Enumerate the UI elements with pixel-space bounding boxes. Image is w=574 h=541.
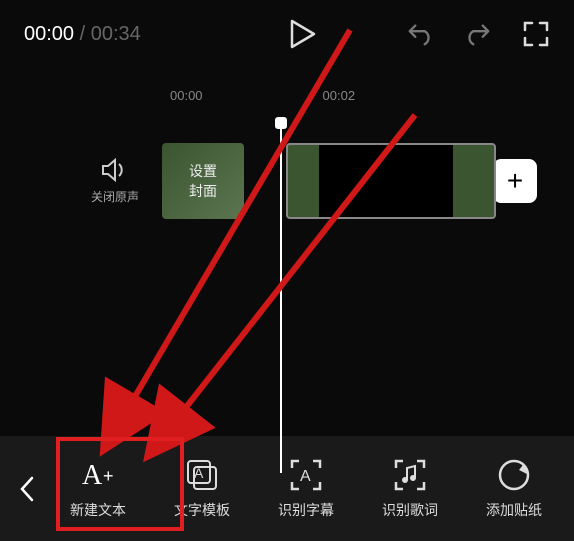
redo-button[interactable] [464,20,492,48]
fullscreen-button[interactable] [522,20,550,48]
add-sticker-button[interactable]: 添加贴纸 [462,444,566,534]
plus-icon: + [507,165,523,197]
time-ruler: 00:00 00:02 [0,88,574,103]
mute-label: 关闭原声 [91,188,139,205]
recognize-lyrics-button[interactable]: 识别歌词 [358,444,462,534]
svg-text:A: A [82,460,103,491]
track-row: 关闭原声 设置 封面 + [0,143,574,219]
recognize-subtitle-button[interactable]: A 识别字幕 [254,444,358,534]
new-text-button[interactable]: A+ 新建文本 [46,444,150,534]
controls-right [406,20,550,48]
tool-label: 新建文本 [70,500,126,520]
time-display: 00:00 / 00:34 [24,23,141,46]
top-bar: 00:00 / 00:34 [0,0,574,68]
add-clip-button[interactable]: + [493,159,537,203]
cover-text-1: 设置 [189,161,217,181]
tool-label: 识别歌词 [382,500,438,520]
sticker-icon [497,458,531,492]
text-add-icon: A+ [78,458,118,492]
tool-label: 文字模板 [174,500,230,520]
time-total: 00:34 [91,23,141,45]
text-template-button[interactable]: A 文字模板 [150,444,254,534]
tool-label: 识别字幕 [278,500,334,520]
chevron-left-icon [19,475,35,503]
svg-text:+: + [103,466,114,486]
ruler-mark-0: 00:00 [170,88,203,103]
cover-text-2: 封面 [189,181,217,201]
ruler-mark-1: 00:02 [323,88,356,103]
template-icon: A [185,458,219,492]
mute-audio-button[interactable]: 关闭原声 [80,158,150,205]
tool-label: 添加贴纸 [486,500,542,520]
video-clip[interactable] [286,143,496,219]
play-button[interactable] [289,20,317,48]
cover-clip[interactable]: 设置 封面 [162,143,244,219]
time-separator: / [74,23,91,45]
timeline-area[interactable]: 00:00 00:02 关闭原声 设置 封面 + [0,68,574,338]
subtitle-scan-icon: A [289,458,323,492]
back-button[interactable] [8,459,46,519]
bottom-toolbar: A+ 新建文本 A 文字模板 A 识别字幕 识别歌词 添加贴纸 [0,436,574,541]
speaker-icon [101,158,129,182]
undo-button[interactable] [406,20,434,48]
time-current: 00:00 [24,23,74,45]
lyrics-scan-icon [393,458,427,492]
svg-text:A: A [300,468,311,485]
playhead[interactable] [280,123,282,473]
